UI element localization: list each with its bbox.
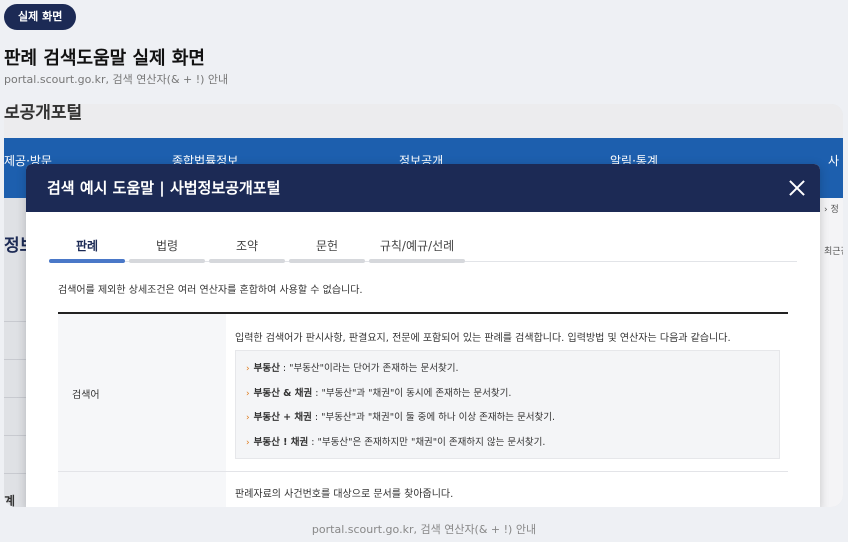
page-title: 판례 검색도움말 실제 화면 [4, 48, 205, 69]
portal-bottom-text: 계 [4, 494, 16, 507]
close-icon[interactable] [784, 175, 810, 201]
portal-logo: 보공개포털 [4, 104, 83, 123]
arrow-icon: › [246, 389, 250, 399]
table-row: 검색어 입력한 검색어가 판시사항, 판결요지, 전문에 포함되어 있는 판례를… [58, 314, 788, 472]
row-description: 입력한 검색어가 판시사항, 판결요지, 전문에 포함되어 있는 판례를 검색합… [235, 333, 731, 344]
nav-item-more[interactable]: 사 [828, 152, 839, 169]
table-row: 판례자료의 사건번호를 대상으로 문서를 찾아줍니다. [58, 472, 788, 507]
tab-literature[interactable]: 문헌 [289, 238, 365, 263]
right-recent-tab[interactable]: 최근검 [824, 244, 843, 257]
modal-title: 검색 예시 도움말 | 사법정보공개포털 [47, 179, 281, 197]
help-modal: 검색 예시 도움말 | 사법정보공개포털 판례 법령 조약 문헌 규칙/예규/선… [26, 164, 820, 507]
intro-note: 검색어를 제외한 상세조건은 여러 연산자를 혼합하여 사용할 수 없습니다. [58, 285, 363, 296]
tab-precedent[interactable]: 판례 [49, 238, 125, 263]
example-item: › 부동산 : "부동산"이라는 단어가 존재하는 문서찾기. [246, 363, 459, 374]
example-item: › 부동산 + 채권 : "부동산"과 "채권"이 둘 중에 하나 이상 존재하는… [246, 412, 556, 423]
row-description: 판례자료의 사건번호를 대상으로 문서를 찾아줍니다. [235, 489, 454, 500]
example-item: › 부동산 ! 채권 : "부동산"은 존재하지만 "채권"이 존재하지 않는 문… [246, 437, 546, 448]
operator-examples: › 부동산 : "부동산"이라는 단어가 존재하는 문서찾기. › 부동산 & 채권… [235, 350, 780, 459]
screenshot-frame: 보공개포털 제공·방문 종합법률정보 정보공개 알림·통계 사 정보 › 정 최… [4, 104, 843, 507]
modal-header: 검색 예시 도움말 | 사법정보공개포털 [26, 164, 820, 212]
portal-header: 보공개포털 [4, 104, 843, 138]
tab-rules[interactable]: 규칙/예규/선례 [369, 238, 465, 263]
row-header [58, 472, 226, 507]
arrow-icon: › [246, 438, 250, 448]
portal-right-panel: › 정 최근검 [820, 198, 843, 507]
arrow-icon: › [246, 413, 250, 423]
arrow-icon: › [246, 364, 250, 374]
row-header-label: 검색어 [72, 390, 100, 401]
help-table: 검색어 입력한 검색어가 판시사항, 판결요지, 전문에 포함되어 있는 판례를… [58, 312, 788, 507]
portal-list-rows [4, 284, 26, 474]
caption: portal.scourt.go.kr, 검색 연산자(& + !) 안내 [311, 523, 537, 536]
tab-statute[interactable]: 법령 [129, 238, 205, 263]
row-header: 검색어 [58, 314, 226, 471]
page-subtitle: portal.scourt.go.kr, 검색 연산자(& + !) 안내 [4, 73, 229, 86]
right-breadcrumb: › 정 [824, 205, 839, 215]
screen-badge: 실제 화면 [4, 4, 77, 30]
example-item: › 부동산 & 채권 : "부동산"과 "채권"이 동시에 존재하는 문서찾기. [246, 388, 512, 399]
tab-treaty[interactable]: 조약 [209, 238, 285, 263]
category-tabs: 판례 법령 조약 문헌 규칙/예규/선례 [49, 238, 797, 263]
